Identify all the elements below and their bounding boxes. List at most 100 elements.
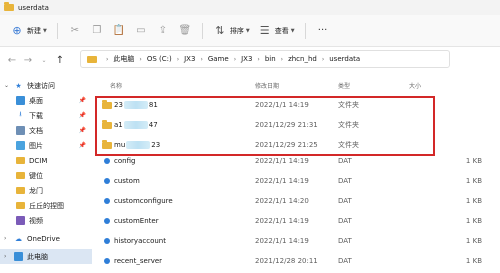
chevron-right-icon: ›: [200, 55, 203, 63]
sidebar-item-documents[interactable]: 文档 📌: [0, 123, 92, 138]
file-date: 2022/1/1 14:19: [255, 157, 309, 165]
breadcrumb-item[interactable]: OS (C:): [147, 55, 172, 63]
list-item[interactable]: historyaccount 2022/1/1 14:19 DAT 1 KB: [92, 234, 482, 248]
file-name: recent_server: [114, 257, 163, 265]
pictures-icon: [16, 141, 25, 150]
breadcrumb-item[interactable]: JX3: [241, 55, 252, 63]
sidebar-item-longmen[interactable]: 龙门: [0, 183, 92, 198]
download-icon: ⭳: [19, 110, 22, 118]
sidebar-item-qiuqiu[interactable]: 丘丘的捏图: [0, 198, 92, 213]
sidebar-item-label: 丘丘的捏图: [29, 201, 64, 210]
delete-icon[interactable]: 🗑: [174, 21, 196, 41]
dat-file-icon: [104, 178, 110, 184]
chevron-right-icon: ›: [280, 55, 284, 63]
folder-icon: [4, 2, 14, 11]
breadcrumb: › 此电脑 › OS (C:) › JX3 › Game › JX3 › bin…: [101, 54, 360, 64]
list-item[interactable]: config 2022/1/1 14:19 DAT 1 KB: [92, 154, 482, 168]
file-name: historyaccount: [114, 237, 166, 245]
breadcrumb-item[interactable]: bin: [265, 55, 276, 63]
share-icon[interactable]: ⇪: [152, 21, 174, 41]
plus-circle-icon: ⊕: [12, 24, 22, 37]
file-size: 1 KB: [465, 157, 482, 165]
column-header-name[interactable]: 名称: [110, 81, 122, 90]
sidebar-item-videos[interactable]: 视频: [0, 213, 92, 228]
sort-button[interactable]: ⇅ 排序 ▼: [209, 21, 254, 41]
view-button[interactable]: ☰ 查看 ▼: [254, 21, 299, 41]
chevron-down-icon: ▼: [290, 27, 295, 34]
sidebar-item-desktop[interactable]: 桌面 📌: [0, 93, 92, 108]
list-header: 名称 修改日期 类型 大小: [92, 78, 500, 92]
file-name: custom: [114, 177, 140, 185]
new-button[interactable]: ⊕ 新建 ▼: [6, 21, 51, 41]
folder-icon: [16, 186, 25, 195]
pin-icon: 📌: [78, 142, 86, 149]
dat-file-icon: [104, 198, 110, 204]
sidebar-item-label: 桌面: [29, 96, 43, 105]
sidebar-item-label: 此电脑: [27, 252, 48, 261]
file-date: 2022/1/1 14:19: [255, 177, 309, 185]
sidebar-item-downloads[interactable]: ⭳ 下载 📌: [0, 108, 92, 123]
sidebar-item-dcim[interactable]: DCIM: [0, 153, 92, 168]
view-label: 查看: [274, 26, 289, 35]
file-size: 1 KB: [465, 177, 482, 185]
chevron-right-icon: ›: [321, 55, 325, 63]
column-header-date[interactable]: 修改日期: [255, 81, 279, 90]
list-item[interactable]: custom 2022/1/1 14:19 DAT 1 KB: [92, 174, 482, 188]
breadcrumb-item[interactable]: Game: [208, 55, 229, 63]
chevron-right-icon: ›: [139, 55, 142, 63]
sidebar-item-this-pc[interactable]: › 此电脑: [0, 249, 92, 264]
chevron-right-icon: ›: [176, 55, 180, 63]
list-item[interactable]: recent_server 2021/12/28 20:11 DAT 1 KB: [92, 254, 482, 268]
up-arrow-icon[interactable]: ↑: [52, 52, 68, 68]
file-date: 2021/12/28 20:11: [255, 257, 318, 265]
navigation-pane: ⌄ ★ 快速访问 桌面 📌 ⭳ 下载 📌 文档 📌 图片 📌 DCIM 键位 龙…: [0, 78, 92, 273]
list-item[interactable]: customEnter 2022/1/1 14:19 DAT 1 KB: [92, 214, 482, 228]
file-size: 1 KB: [465, 197, 482, 205]
folder-icon: [16, 156, 25, 165]
sidebar-item-keybinds[interactable]: 键位: [0, 168, 92, 183]
forward-arrow-icon[interactable]: →: [20, 52, 36, 68]
file-type: DAT: [338, 177, 352, 185]
chevron-right-icon: ›: [4, 235, 7, 242]
address-bar[interactable]: › 此电脑 › OS (C:) › JX3 › Game › JX3 › bin…: [80, 50, 450, 68]
cut-icon[interactable]: ✂: [64, 21, 86, 41]
chevron-right-icon: ›: [233, 55, 237, 63]
sidebar-item-label: 视频: [29, 216, 43, 225]
column-header-type[interactable]: 类型: [338, 81, 350, 90]
sidebar-item-label: 图片: [29, 141, 43, 150]
file-date: 2022/1/1 14:20: [255, 197, 309, 205]
highlight-annotation-box: [95, 96, 435, 156]
file-size: 1 KB: [465, 257, 482, 265]
breadcrumb-item[interactable]: userdata: [329, 55, 360, 63]
sidebar-item-label: 键位: [29, 171, 43, 180]
rename-icon[interactable]: ▭: [130, 21, 152, 41]
breadcrumb-item[interactable]: zhcn_hd: [288, 55, 317, 63]
dat-file-icon: [104, 158, 110, 164]
back-arrow-icon[interactable]: ←: [4, 52, 20, 68]
more-options-icon[interactable]: ···: [312, 21, 334, 41]
sidebar-item-onedrive[interactable]: › ☁ OneDrive: [0, 231, 92, 246]
chevron-down-icon: ▼: [245, 27, 250, 34]
copy-icon[interactable]: ❐: [86, 21, 108, 41]
sidebar-item-label: 快速访问: [27, 81, 55, 90]
toolbar-divider: [56, 22, 58, 39]
sidebar-item-quick-access[interactable]: ⌄ ★ 快速访问: [0, 78, 92, 93]
recent-locations-chevron-icon[interactable]: ⌄: [36, 52, 52, 68]
breadcrumb-item[interactable]: 此电脑: [113, 54, 134, 64]
pin-icon: 📌: [78, 127, 86, 134]
dat-file-icon: [104, 238, 110, 244]
pin-icon: 📌: [78, 97, 86, 104]
paste-icon[interactable]: 📋: [108, 21, 130, 41]
file-type: DAT: [338, 197, 352, 205]
sidebar-item-pictures[interactable]: 图片 📌: [0, 138, 92, 153]
list-item[interactable]: customconfigure 2022/1/1 14:20 DAT 1 KB: [92, 194, 482, 208]
sidebar-item-label: 文档: [29, 126, 43, 135]
breadcrumb-item[interactable]: JX3: [184, 55, 195, 63]
column-header-size[interactable]: 大小: [409, 81, 421, 90]
file-type: DAT: [338, 257, 352, 265]
video-icon: [16, 216, 25, 225]
dat-file-icon: [104, 218, 110, 224]
computer-icon: [14, 252, 23, 261]
file-size: 1 KB: [465, 217, 482, 225]
file-date: 2022/1/1 14:19: [255, 237, 309, 245]
